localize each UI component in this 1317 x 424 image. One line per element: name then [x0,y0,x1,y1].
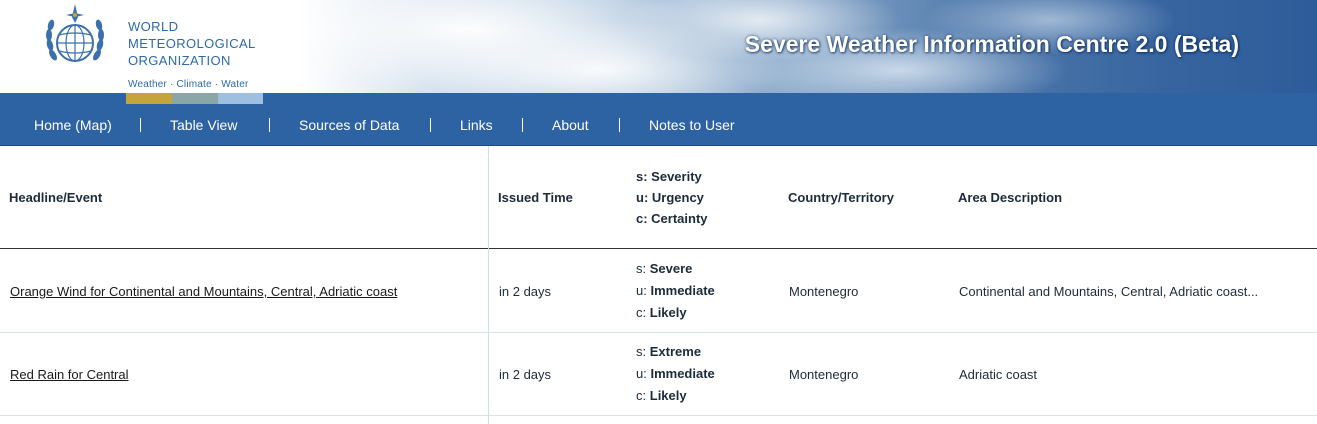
event-headline-link[interactable]: Red Rain for Central [10,367,129,382]
color-strip-segment [0,93,126,104]
header-severity-urgency-certainty: s: Severity u: Urgency c: Certainty [636,166,708,229]
wmo-emblem-logo[interactable] [44,3,106,71]
header-headline-event[interactable]: Headline/Event [9,190,102,205]
nav-notes-to-user[interactable]: Notes to User [649,117,735,133]
issued-time: in 2 days [499,284,552,299]
nav-separator [522,118,523,132]
table-header-row: Headline/Event Issued Time s: Severity u… [0,146,1317,249]
severity-line: s: Extreme [636,341,715,363]
urgency-value: Immediate [650,283,715,298]
site-title: Severe Weather Information Centre 2.0 (B… [744,31,1239,57]
area-description: Adriatic coast [959,367,1038,382]
color-strip-segment [126,93,172,104]
color-strip-segment [218,93,263,104]
table-row[interactable]: Red Rain for Central in 2 days s: Extrem… [0,333,1317,416]
header-issued-time[interactable]: Issued Time [498,190,573,205]
main-nav: Home (Map) Table View Sources of Data Li… [0,104,1317,146]
certainty-prefix: c: [636,388,647,403]
nav-sources-of-data[interactable]: Sources of Data [299,117,399,133]
issued-time: in 2 days [499,367,552,382]
urgency-line: u: Immediate [636,280,715,302]
nav-links[interactable]: Links [460,117,493,133]
color-strip-segment [263,93,1317,104]
column-divider [488,146,489,424]
urgency-prefix: u: [636,366,647,381]
urgency-line: u: Immediate [636,363,715,385]
nav-table-view[interactable]: Table View [170,117,237,133]
table-row[interactable]: Orange Wind for Continental and Mountain… [0,250,1317,333]
table-row-partial [0,416,1317,424]
header-severity: s: Severity [636,169,702,184]
severity-urgency-certainty: s: Extreme u: Immediate c: Likely [636,341,715,407]
org-name: WORLD METEOROLOGICAL ORGANIZATION [128,18,256,69]
nav-about[interactable]: About [552,117,589,133]
severity-value: Severe [649,261,693,276]
org-name-line: ORGANIZATION [128,53,231,68]
certainty-value: Likely [649,305,687,320]
org-name-line: WORLD [128,19,179,34]
severity-prefix: s: [636,344,647,359]
severity-prefix: s: [636,261,647,276]
severity-line: s: Severe [636,258,715,280]
nav-separator [140,118,141,132]
color-strip-segment [172,93,218,104]
certainty-line: c: Likely [636,385,715,407]
certainty-value: Likely [649,388,687,403]
nav-home-map[interactable]: Home (Map) [34,117,112,133]
certainty-line: c: Likely [636,302,715,324]
country-territory: Montenegro [789,367,859,382]
header-country-territory[interactable]: Country/Territory [788,190,894,205]
header-area-description[interactable]: Area Description [958,190,1062,205]
certainty-prefix: c: [636,305,647,320]
nav-separator [269,118,270,132]
urgency-prefix: u: [636,283,647,298]
header-banner: WORLD METEOROLOGICAL ORGANIZATION Weathe… [0,0,1317,93]
country-territory: Montenegro [789,284,859,299]
org-tagline: Weather · Climate · Water [128,79,249,90]
area-description: Continental and Mountains, Central, Adri… [959,284,1259,299]
header-certainty: c: Certainty [636,211,708,226]
org-name-line: METEOROLOGICAL [128,36,256,51]
header-urgency: u: Urgency [636,190,704,205]
urgency-value: Immediate [650,366,715,381]
event-headline-link[interactable]: Orange Wind for Continental and Mountain… [10,284,397,299]
nav-separator [430,118,431,132]
nav-separator [619,118,620,132]
severity-value: Extreme [649,344,702,359]
severity-urgency-certainty: s: Severe u: Immediate c: Likely [636,258,715,324]
